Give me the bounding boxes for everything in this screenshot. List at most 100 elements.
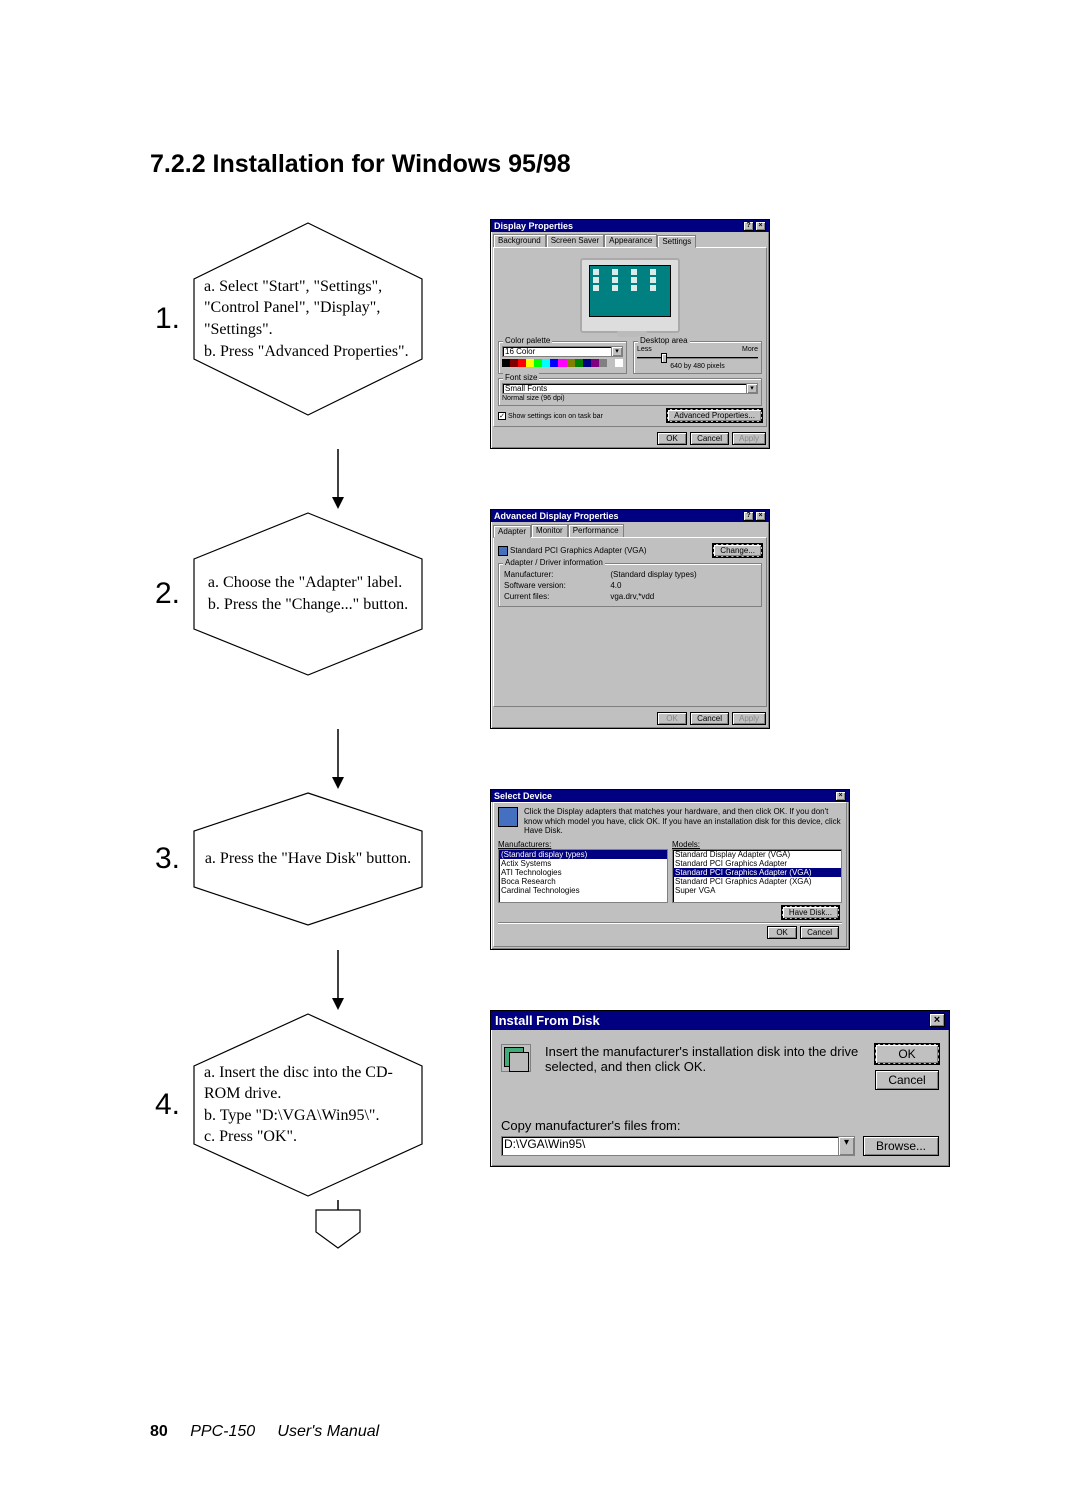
- dialog3-title: Select Device: [494, 791, 552, 801]
- step-1-text: a. Select "Start", "Settings", "Control …: [188, 276, 428, 362]
- manufacturers-list[interactable]: (Standard display types) Actix Systems A…: [498, 849, 668, 903]
- tab-settings[interactable]: Settings: [657, 235, 696, 248]
- adapter-icon: [498, 546, 508, 556]
- apply-button[interactable]: Apply: [732, 432, 766, 445]
- desktop-area-slider[interactable]: [637, 353, 758, 363]
- tab-adapter[interactable]: Adapter: [493, 525, 531, 538]
- list-item[interactable]: Boca Research: [499, 877, 667, 886]
- help-icon[interactable]: ?: [743, 221, 754, 231]
- desktop-area-label: Desktop area: [638, 336, 690, 345]
- checkbox-icon[interactable]: ✓: [498, 412, 506, 420]
- step-2-box: a. Choose the "Adapter" label. b. Press …: [188, 509, 428, 679]
- ok-button[interactable]: OK: [875, 1044, 939, 1064]
- display-properties-dialog: Display Properties ? × Background Screen…: [490, 219, 770, 449]
- cancel-button[interactable]: Cancel: [690, 712, 729, 725]
- list-item[interactable]: Standard PCI Graphics Adapter (VGA): [673, 868, 841, 877]
- manufacturer-value: (Standard display types): [610, 570, 756, 579]
- book-title: PPC-150 User's Manual: [190, 1423, 379, 1440]
- select-device-instructions: Click the Display adapters that matches …: [524, 807, 842, 836]
- font-dpi: Normal size (96 dpi): [502, 395, 758, 402]
- chevron-down-icon[interactable]: ▾: [746, 384, 757, 393]
- list-item[interactable]: Cardinal Technologies: [499, 886, 667, 895]
- cancel-button[interactable]: Cancel: [800, 926, 839, 939]
- tab-background[interactable]: Background: [493, 234, 546, 247]
- step-4-text: a. Insert the disc into the CD-ROM drive…: [188, 1062, 428, 1148]
- arrow-down-icon: [328, 449, 348, 509]
- dialog2-title: Advanced Display Properties: [494, 511, 619, 521]
- step-4-box: a. Insert the disc into the CD-ROM drive…: [188, 1010, 428, 1200]
- disk-icon: [501, 1044, 531, 1072]
- area-less: Less: [637, 346, 652, 353]
- list-item[interactable]: Actix Systems: [499, 859, 667, 868]
- list-item[interactable]: Standard PCI Graphics Adapter: [673, 859, 841, 868]
- tab-appearance[interactable]: Appearance: [604, 234, 657, 247]
- install-from-disk-dialog: Install From Disk × Insert the manufactu…: [490, 1010, 950, 1167]
- area-more: More: [742, 346, 758, 353]
- list-item[interactable]: Standard Display Adapter (VGA): [673, 850, 841, 859]
- font-size-label: Font size: [503, 373, 539, 382]
- step-3-number: 3.: [150, 842, 180, 876]
- ok-button[interactable]: OK: [657, 712, 687, 725]
- step-2-number: 2.: [150, 577, 180, 611]
- advanced-properties-button[interactable]: Advanced Properties...: [667, 409, 762, 422]
- section-title: 7.2.2 Installation for Windows 95/98: [150, 150, 950, 179]
- close-icon[interactable]: ×: [929, 1013, 945, 1027]
- taskbar-checkbox-label: Show settings icon on task bar: [508, 413, 603, 420]
- page-footer: 80 PPC-150 User's Manual: [150, 1423, 379, 1441]
- dialog1-title: Display Properties: [494, 221, 573, 231]
- close-icon[interactable]: ×: [755, 221, 766, 231]
- continuation-icon: [308, 1200, 368, 1250]
- chevron-down-icon[interactable]: ▾: [611, 347, 622, 356]
- close-icon[interactable]: ×: [835, 791, 846, 801]
- tab-screensaver[interactable]: Screen Saver: [546, 234, 604, 247]
- manufacturer-label: Manufacturer:: [504, 570, 608, 579]
- copy-from-label: Copy manufacturer's files from:: [501, 1118, 939, 1133]
- arrow-down-icon: [328, 729, 348, 789]
- cancel-button[interactable]: Cancel: [690, 432, 729, 445]
- page-number: 80: [150, 1423, 168, 1440]
- monitor-preview: [580, 258, 680, 333]
- step-2-text: a. Choose the "Adapter" label. b. Press …: [192, 572, 424, 615]
- list-item[interactable]: Standard PCI Graphics Adapter (XGA): [673, 877, 841, 886]
- list-item[interactable]: Super VGA: [673, 886, 841, 895]
- install-instructions: Insert the manufacturer's installation d…: [545, 1044, 861, 1074]
- list-item[interactable]: ATI Technologies: [499, 868, 667, 877]
- apply-button[interactable]: Apply: [732, 712, 766, 725]
- step-1-box: a. Select "Start", "Settings", "Control …: [188, 219, 428, 419]
- area-value: 640 by 480 pixels: [637, 363, 758, 370]
- ok-button[interactable]: OK: [767, 926, 797, 939]
- have-disk-button[interactable]: Have Disk...: [782, 906, 839, 919]
- color-palette-label: Color palette: [503, 336, 552, 345]
- current-files-label: Current files:: [504, 592, 608, 601]
- current-files-value: vga.drv,*vdd: [610, 592, 756, 601]
- change-button[interactable]: Change...: [713, 544, 762, 557]
- chevron-down-icon[interactable]: ▾: [838, 1137, 854, 1155]
- step-1-number: 1.: [150, 302, 180, 336]
- list-item[interactable]: (Standard display types): [499, 850, 667, 859]
- cancel-button[interactable]: Cancel: [875, 1070, 939, 1090]
- step-3-text: a. Press the "Have Disk" button.: [189, 848, 427, 870]
- adapter-info-label: Adapter / Driver information: [503, 558, 605, 567]
- tab-monitor[interactable]: Monitor: [531, 524, 568, 537]
- arrow-down-icon: [328, 950, 348, 1010]
- display-icon: [498, 807, 518, 827]
- tab-performance[interactable]: Performance: [568, 524, 624, 537]
- color-swatch: [502, 359, 623, 367]
- models-label: Models:: [672, 840, 842, 849]
- manufacturers-label: Manufacturers:: [498, 840, 668, 849]
- step-4-number: 4.: [150, 1088, 180, 1122]
- help-icon[interactable]: ?: [743, 511, 754, 521]
- font-size-select[interactable]: Small Fonts▾: [502, 383, 758, 394]
- step-3-box: a. Press the "Have Disk" button.: [188, 789, 428, 929]
- select-device-dialog: Select Device × Click the Display adapte…: [490, 789, 850, 950]
- software-version-value: 4.0: [610, 581, 756, 590]
- close-icon[interactable]: ×: [755, 511, 766, 521]
- path-input[interactable]: D:\VGA\Win95\ ▾: [501, 1136, 855, 1156]
- software-version-label: Software version:: [504, 581, 608, 590]
- advanced-display-dialog: Advanced Display Properties ? × Adapter …: [490, 509, 770, 729]
- browse-button[interactable]: Browse...: [863, 1136, 939, 1156]
- ok-button[interactable]: OK: [657, 432, 687, 445]
- adapter-name: Standard PCI Graphics Adapter (VGA): [510, 546, 647, 555]
- models-list[interactable]: Standard Display Adapter (VGA) Standard …: [672, 849, 842, 903]
- color-palette-select[interactable]: 16 Color▾: [502, 346, 623, 357]
